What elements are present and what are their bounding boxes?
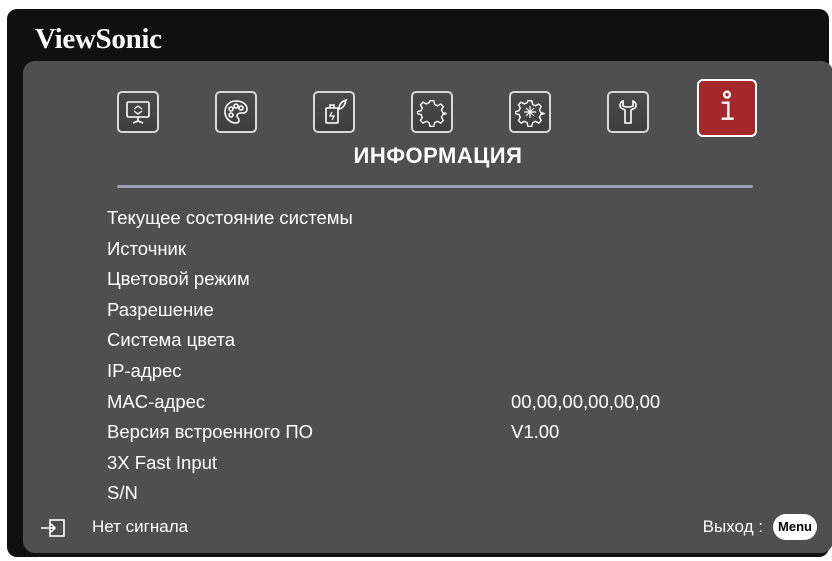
information-icon	[721, 90, 734, 120]
info-value: V1.00	[511, 421, 560, 443]
info-row-serial-number[interactable]: S/N	[107, 482, 787, 513]
basic-settings-icon	[417, 100, 447, 127]
tab-display[interactable]	[117, 91, 159, 133]
tab-advanced[interactable]	[509, 91, 551, 133]
info-label: Цветовой режим	[107, 268, 250, 290]
info-row-resolution[interactable]: Разрешение	[107, 299, 787, 330]
exit-hint: Выход :	[702, 517, 763, 536]
tab-basic[interactable]	[411, 91, 453, 133]
osd-panel: ИНФОРМАЦИЯ Текущее состояние системы Ист…	[23, 61, 832, 553]
info-label: 3X Fast Input	[107, 451, 218, 473]
info-label: MAC-адрес	[107, 390, 206, 412]
info-row-source[interactable]: Источник	[107, 238, 787, 269]
info-label: Разрешение	[107, 298, 214, 320]
info-row-system-status[interactable]: Текущее состояние системы	[107, 207, 787, 238]
tab-system[interactable]	[607, 91, 649, 133]
info-row-color-mode[interactable]: Цветовой режим	[107, 268, 787, 299]
tab-power-management[interactable]	[313, 91, 355, 133]
system-icon	[619, 99, 637, 124]
osd-footer: Нет сигнала Выход : Menu	[23, 514, 832, 544]
info-label: Текущее состояние системы	[107, 207, 353, 228]
info-label: Версия встроенного ПО	[107, 421, 314, 443]
info-row-fast-input[interactable]: 3X Fast Input	[107, 452, 787, 483]
palette-icon	[224, 100, 248, 124]
info-label: S/N	[107, 482, 138, 504]
menu-button[interactable]: Menu	[773, 514, 817, 540]
info-row-mac-address[interactable]: MAC-адрес 00,00,00,00,00,00	[107, 391, 787, 422]
input-source-icon	[41, 519, 65, 537]
display-icon	[126, 101, 150, 124]
info-value: 00,00,00,00,00,00	[511, 390, 661, 412]
menu-title: ИНФОРМАЦИЯ	[353, 143, 523, 168]
brand-logo: ViewSonic	[35, 23, 162, 55]
power-saving-icon	[325, 98, 348, 124]
info-row-ip-address[interactable]: IP-адрес	[107, 360, 787, 391]
info-row-color-system[interactable]: Система цвета	[107, 329, 787, 360]
tab-information[interactable]	[697, 79, 757, 137]
signal-status: Нет сигнала	[92, 517, 189, 536]
advanced-settings-icon	[515, 100, 545, 127]
info-list: Текущее состояние системы Источник Цвето…	[107, 207, 787, 513]
tab-picture[interactable]	[215, 91, 257, 133]
osd-frame: ViewSonic ИНФОРМАЦИЯ Текущее состояние с…	[7, 9, 832, 557]
title-divider	[117, 185, 753, 188]
info-label: Источник	[107, 237, 186, 259]
info-label: Система цвета	[107, 329, 236, 351]
info-row-firmware-version[interactable]: Версия встроенного ПО V1.00	[107, 421, 787, 452]
info-label: IP-адрес	[107, 359, 182, 381]
